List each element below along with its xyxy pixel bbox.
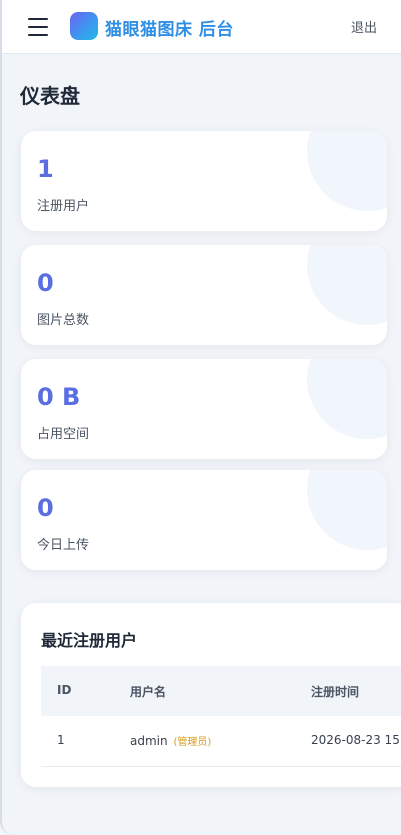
logo-icon	[70, 12, 98, 40]
panel-title: 最近注册用户	[41, 631, 138, 650]
role-badge: (管理员)	[173, 737, 212, 748]
top-bar: 猫眼猫图床 后台 退出	[2, 0, 401, 54]
cell-username: admin (管理员)	[130, 733, 211, 748]
stat-card-total-images: 0 图片总数	[21, 245, 387, 345]
cell-registered-at: 2026-08-23 15:	[311, 733, 401, 747]
cell-id: 1	[57, 733, 65, 747]
column-header-registered-at: 注册时间	[311, 685, 360, 699]
menu-icon[interactable]	[28, 17, 48, 37]
stat-value: 0 B	[37, 383, 81, 411]
table-row: 1 admin (管理员) 2026-08-23 15:	[41, 716, 401, 767]
stat-card-storage-used: 0 B 占用空间	[21, 359, 387, 459]
brand-title[interactable]: 猫眼猫图床 后台	[105, 15, 234, 40]
stat-card-registered-users: 1 注册用户	[21, 131, 387, 231]
stat-label: 今日上传	[37, 538, 90, 553]
stat-value: 0	[37, 269, 54, 297]
stat-label: 占用空间	[37, 427, 90, 442]
stat-value: 0	[37, 494, 54, 522]
stat-card-today-uploads: 0 今日上传	[21, 470, 387, 570]
card-decoration	[307, 131, 387, 211]
stat-label: 图片总数	[37, 313, 90, 328]
column-header-username: 用户名	[130, 685, 167, 699]
app-frame: 猫眼猫图床 后台 退出 仪表盘 1 注册用户 0 图片总数 0 B 占用空间 0…	[0, 0, 401, 835]
card-decoration	[307, 359, 387, 439]
table-header: ID 用户名 注册时间	[41, 666, 401, 716]
card-decoration	[307, 470, 387, 550]
logout-link[interactable]: 退出	[351, 17, 377, 36]
page-title: 仪表盘	[20, 84, 80, 108]
card-decoration	[307, 245, 387, 325]
stat-value: 1	[37, 155, 54, 183]
column-header-id: ID	[57, 683, 72, 697]
recent-users-panel: 最近注册用户 ID 用户名 注册时间 1 admin (管理员) 2026-08…	[21, 603, 401, 787]
username-text: admin	[130, 734, 168, 748]
stat-label: 注册用户	[37, 199, 90, 214]
